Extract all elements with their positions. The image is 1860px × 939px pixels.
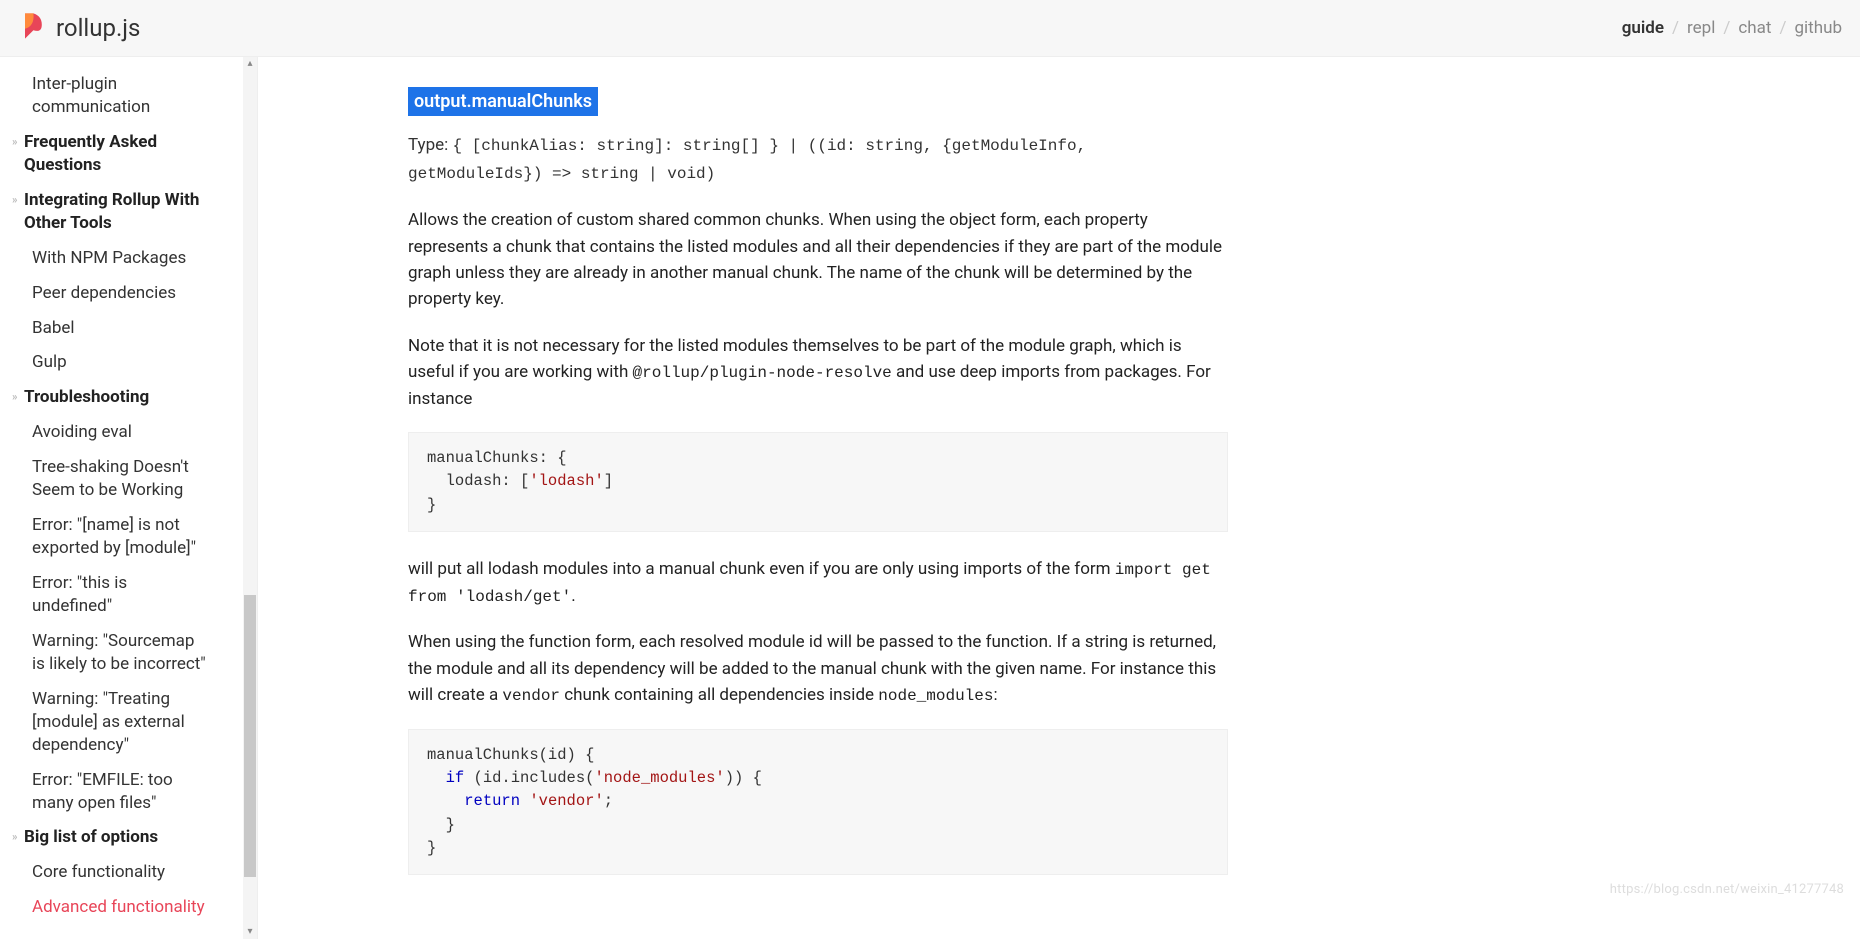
scrollbar-thumb[interactable]: [244, 595, 256, 877]
code-block-function-form: manualChunks(id) { if (id.includes('node…: [408, 729, 1228, 875]
sidebar-section[interactable]: »Troubleshooting: [0, 380, 257, 415]
chevron-right-icon: »: [12, 826, 24, 845]
nav-guide[interactable]: guide: [1622, 18, 1664, 38]
code-plugin-name: @rollup/plugin-node-resolve: [633, 364, 892, 382]
sidebar-item-label: Gulp: [32, 351, 67, 374]
sidebar-item[interactable]: Error: "[name] is not exported by [modul…: [0, 508, 230, 566]
paragraph-intro: Allows the creation of custom shared com…: [408, 207, 1228, 312]
paragraph-note: Note that it is not necessary for the li…: [408, 333, 1228, 412]
type-code: { [chunkAlias: string]: string[] } | ((i…: [408, 137, 1086, 183]
sidebar-item-label: Core functionality: [32, 861, 165, 884]
sidebar-item[interactable]: Avoiding eval: [0, 415, 230, 450]
scrollbar-track: ▴ ▾: [243, 57, 257, 939]
header-nav: guide / repl / chat / github: [1622, 18, 1842, 38]
sidebar-item-label: Error: "this is undefined": [32, 572, 210, 618]
nav-chat[interactable]: chat: [1738, 18, 1771, 38]
code-vendor: vendor: [502, 687, 560, 705]
chevron-right-icon: »: [12, 386, 24, 405]
header: rollup.js guide / repl / chat / github: [0, 0, 1860, 57]
sidebar-item-label: Warning: "Sourcemap is likely to be inco…: [32, 630, 210, 676]
sidebar-item[interactable]: Babel: [0, 311, 230, 346]
sidebar-item[interactable]: Tree-shaking Doesn't Seem to be Working: [0, 450, 230, 508]
rollup-logo-icon: [18, 12, 46, 44]
sidebar-item-label: Troubleshooting: [24, 386, 149, 409]
sidebar-item[interactable]: Error: "EMFILE: too many open files": [0, 763, 230, 821]
sidebar-item-label: Inter-plugin communication: [32, 73, 210, 119]
sidebar-item[interactable]: Peer dependencies: [0, 276, 230, 311]
sidebar-item[interactable]: Advanced functionality: [0, 890, 230, 916]
option-title: output.manualChunks: [408, 87, 598, 116]
scroll-down-icon[interactable]: ▾: [243, 925, 257, 939]
sidebar-item-label: Advanced functionality: [32, 896, 205, 916]
code-node-modules: node_modules: [878, 687, 993, 705]
type-label: Type:: [408, 135, 452, 155]
sidebar-item-label: Error: "EMFILE: too many open files": [32, 769, 210, 815]
main-content: output.manualChunks Type: { [chunkAlias:…: [258, 57, 1518, 939]
nav-repl[interactable]: repl: [1687, 18, 1715, 38]
sidebar-item-label: Error: "[name] is not exported by [modul…: [32, 514, 210, 560]
nav-sep: /: [1723, 18, 1730, 38]
sidebar-item-label: Peer dependencies: [32, 282, 176, 305]
paragraph-function-form: When using the function form, each resol…: [408, 629, 1228, 708]
sidebar: Inter-plugin communication»Frequently As…: [0, 57, 258, 939]
sidebar-item-label: Avoiding eval: [32, 421, 132, 444]
sidebar-item[interactable]: Warning: "Treating [module] as external …: [0, 682, 230, 763]
nav-sep: /: [1779, 18, 1786, 38]
sidebar-item-label: Warning: "Treating [module] as external …: [32, 688, 210, 757]
sidebar-item-label: Tree-shaking Doesn't Seem to be Working: [32, 456, 210, 502]
sidebar-section[interactable]: »Frequently Asked Questions: [0, 125, 257, 183]
sidebar-item-label: Integrating Rollup With Other Tools: [24, 189, 237, 235]
brand[interactable]: rollup.js: [18, 12, 140, 44]
nav-github[interactable]: github: [1794, 18, 1842, 38]
sidebar-item[interactable]: Inter-plugin communication: [0, 67, 230, 125]
sidebar-item-label: With NPM Packages: [32, 247, 186, 270]
type-signature: Type: { [chunkAlias: string]: string[] }…: [408, 132, 1228, 187]
paragraph-lodash-result: will put all lodash modules into a manua…: [408, 556, 1228, 610]
sidebar-item[interactable]: Warning: "Sourcemap is likely to be inco…: [0, 624, 230, 682]
sidebar-item[interactable]: With NPM Packages: [0, 241, 230, 276]
nav-sep: /: [1672, 18, 1679, 38]
sidebar-item[interactable]: Error: "this is undefined": [0, 566, 230, 624]
sidebar-item-label: Big list of options: [24, 826, 158, 849]
sidebar-item-label: Frequently Asked Questions: [24, 131, 237, 177]
scroll-up-icon[interactable]: ▴: [243, 57, 257, 71]
chevron-right-icon: »: [12, 189, 24, 208]
sidebar-item[interactable]: Gulp: [0, 345, 230, 380]
code-block-object-form: manualChunks: { lodash: ['lodash'] }: [408, 432, 1228, 532]
brand-name: rollup.js: [56, 14, 140, 42]
chevron-right-icon: »: [12, 131, 24, 150]
sidebar-section[interactable]: »Integrating Rollup With Other Tools: [0, 183, 257, 241]
sidebar-item-label: Babel: [32, 317, 75, 340]
sidebar-item[interactable]: Core functionality: [0, 855, 230, 890]
sidebar-section[interactable]: »Big list of options: [0, 820, 257, 855]
